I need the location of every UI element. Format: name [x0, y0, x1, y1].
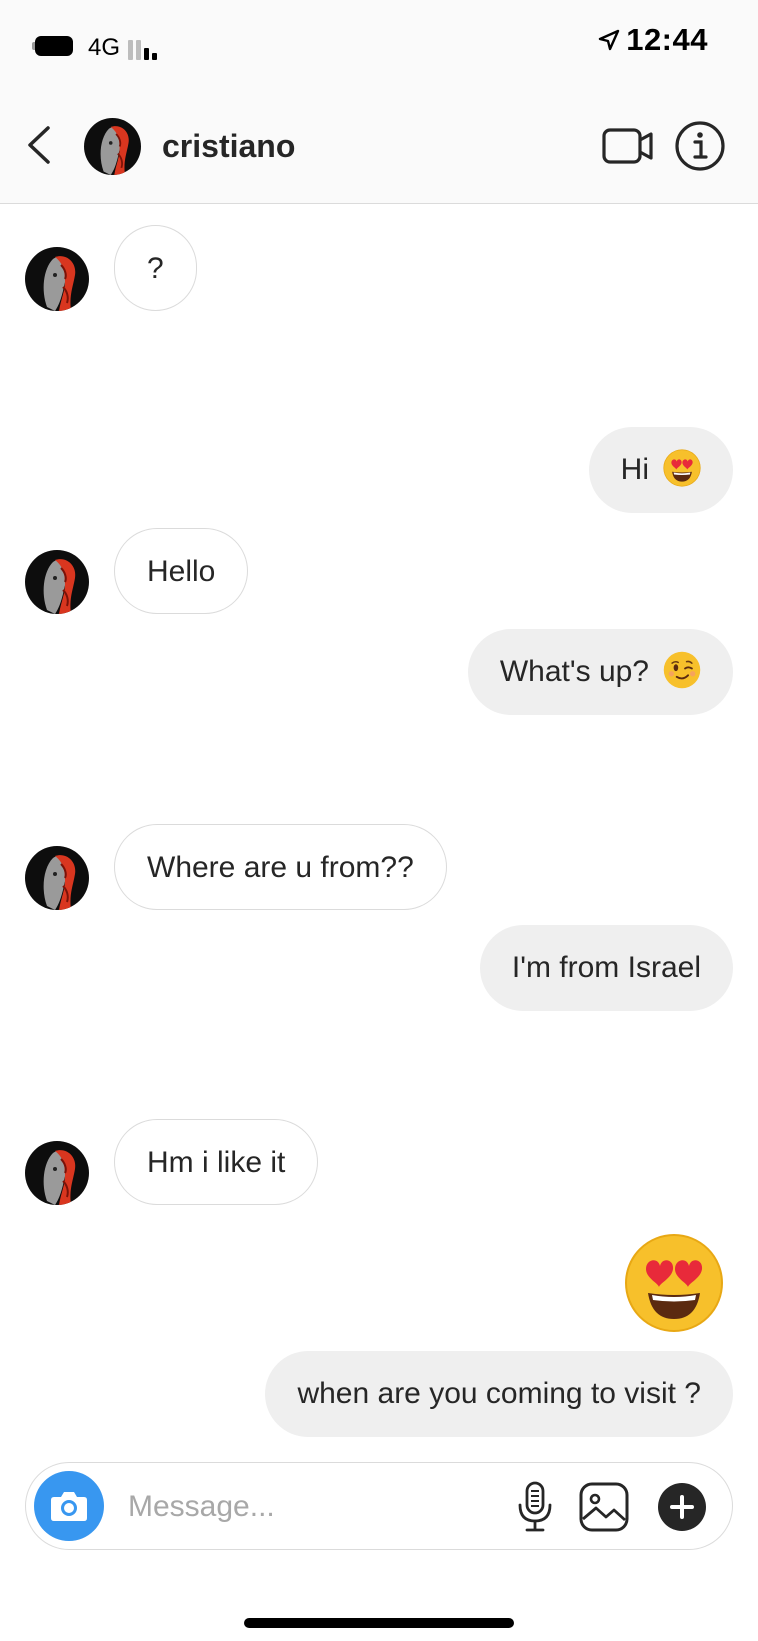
video-call-button[interactable]: [602, 126, 654, 166]
chevron-left-icon: [28, 126, 50, 164]
incoming-message: Hm i like it: [0, 1119, 758, 1207]
plus-circle-icon: [670, 1495, 694, 1519]
message-bubble[interactable]: Hello: [114, 528, 249, 614]
chat-header: cristiano: [0, 90, 758, 204]
battery-icon: [32, 36, 76, 56]
more-options-button[interactable]: [658, 1483, 706, 1531]
chat-username[interactable]: cristiano: [162, 128, 295, 165]
sender-avatar[interactable]: [25, 247, 89, 311]
outgoing-message: I'm from Israel: [0, 925, 758, 1013]
location-arrow-icon: [599, 29, 620, 51]
message-bubble[interactable]: ?: [114, 225, 197, 311]
heart-eyes-emoji: [663, 449, 701, 487]
message-text: ?: [147, 252, 164, 285]
sender-avatar[interactable]: [25, 1141, 89, 1205]
message-input[interactable]: [126, 1477, 510, 1537]
heart-eyes-emoji[interactable]: [624, 1233, 724, 1333]
message-text: Hello: [147, 555, 216, 588]
network-label: 4G: [88, 34, 121, 61]
status-time: 12:44: [626, 22, 708, 57]
outgoing-message: when are you coming to visit ?: [0, 1351, 758, 1439]
message-bubble[interactable]: What's up?: [467, 629, 733, 715]
message-thread[interactable]: ? Hi Hello What's up? Where are u from??: [0, 203, 758, 1443]
gallery-button[interactable]: [578, 1481, 630, 1533]
home-indicator[interactable]: [244, 1618, 514, 1628]
sender-avatar[interactable]: [25, 550, 89, 614]
message-bubble[interactable]: I'm from Israel: [479, 925, 733, 1011]
incoming-message: ?: [0, 225, 758, 313]
message-text: I'm from Israel: [511, 951, 701, 984]
message-text: What's up?: [499, 655, 649, 688]
info-circle-icon: [675, 121, 725, 171]
outgoing-message: Hi: [0, 427, 758, 515]
back-button[interactable]: [20, 120, 60, 170]
winking-emoji: [663, 651, 701, 689]
message-text: Hi: [620, 453, 649, 486]
message-bubble[interactable]: Hi: [588, 427, 733, 513]
message-bubble[interactable]: Where are u from??: [114, 824, 447, 910]
conversation-info-button[interactable]: [674, 120, 726, 172]
outgoing-message: [0, 1233, 758, 1333]
message-composer: [25, 1462, 733, 1550]
signal-bars-icon: [128, 38, 164, 60]
header-avatar[interactable]: [84, 118, 141, 175]
outgoing-message: What's up?: [0, 629, 758, 717]
status-bar: 4G 12:44: [0, 0, 758, 90]
gallery-icon: [579, 1482, 629, 1532]
message-bubble[interactable]: when are you coming to visit ?: [265, 1351, 733, 1437]
message-text: Where are u from??: [147, 851, 414, 884]
incoming-message: Hello: [0, 528, 758, 616]
sender-avatar[interactable]: [25, 846, 89, 910]
camera-button[interactable]: [34, 1471, 104, 1541]
incoming-message: Where are u from??: [0, 824, 758, 912]
message-bubble[interactable]: Hm i like it: [114, 1119, 319, 1205]
message-text: Hm i like it: [147, 1146, 286, 1179]
voice-message-button[interactable]: [510, 1481, 560, 1533]
microphone-icon: [518, 1481, 552, 1532]
camera-icon: [51, 1492, 87, 1521]
message-text: when are you coming to visit ?: [297, 1377, 701, 1410]
video-camera-icon: [602, 128, 653, 164]
